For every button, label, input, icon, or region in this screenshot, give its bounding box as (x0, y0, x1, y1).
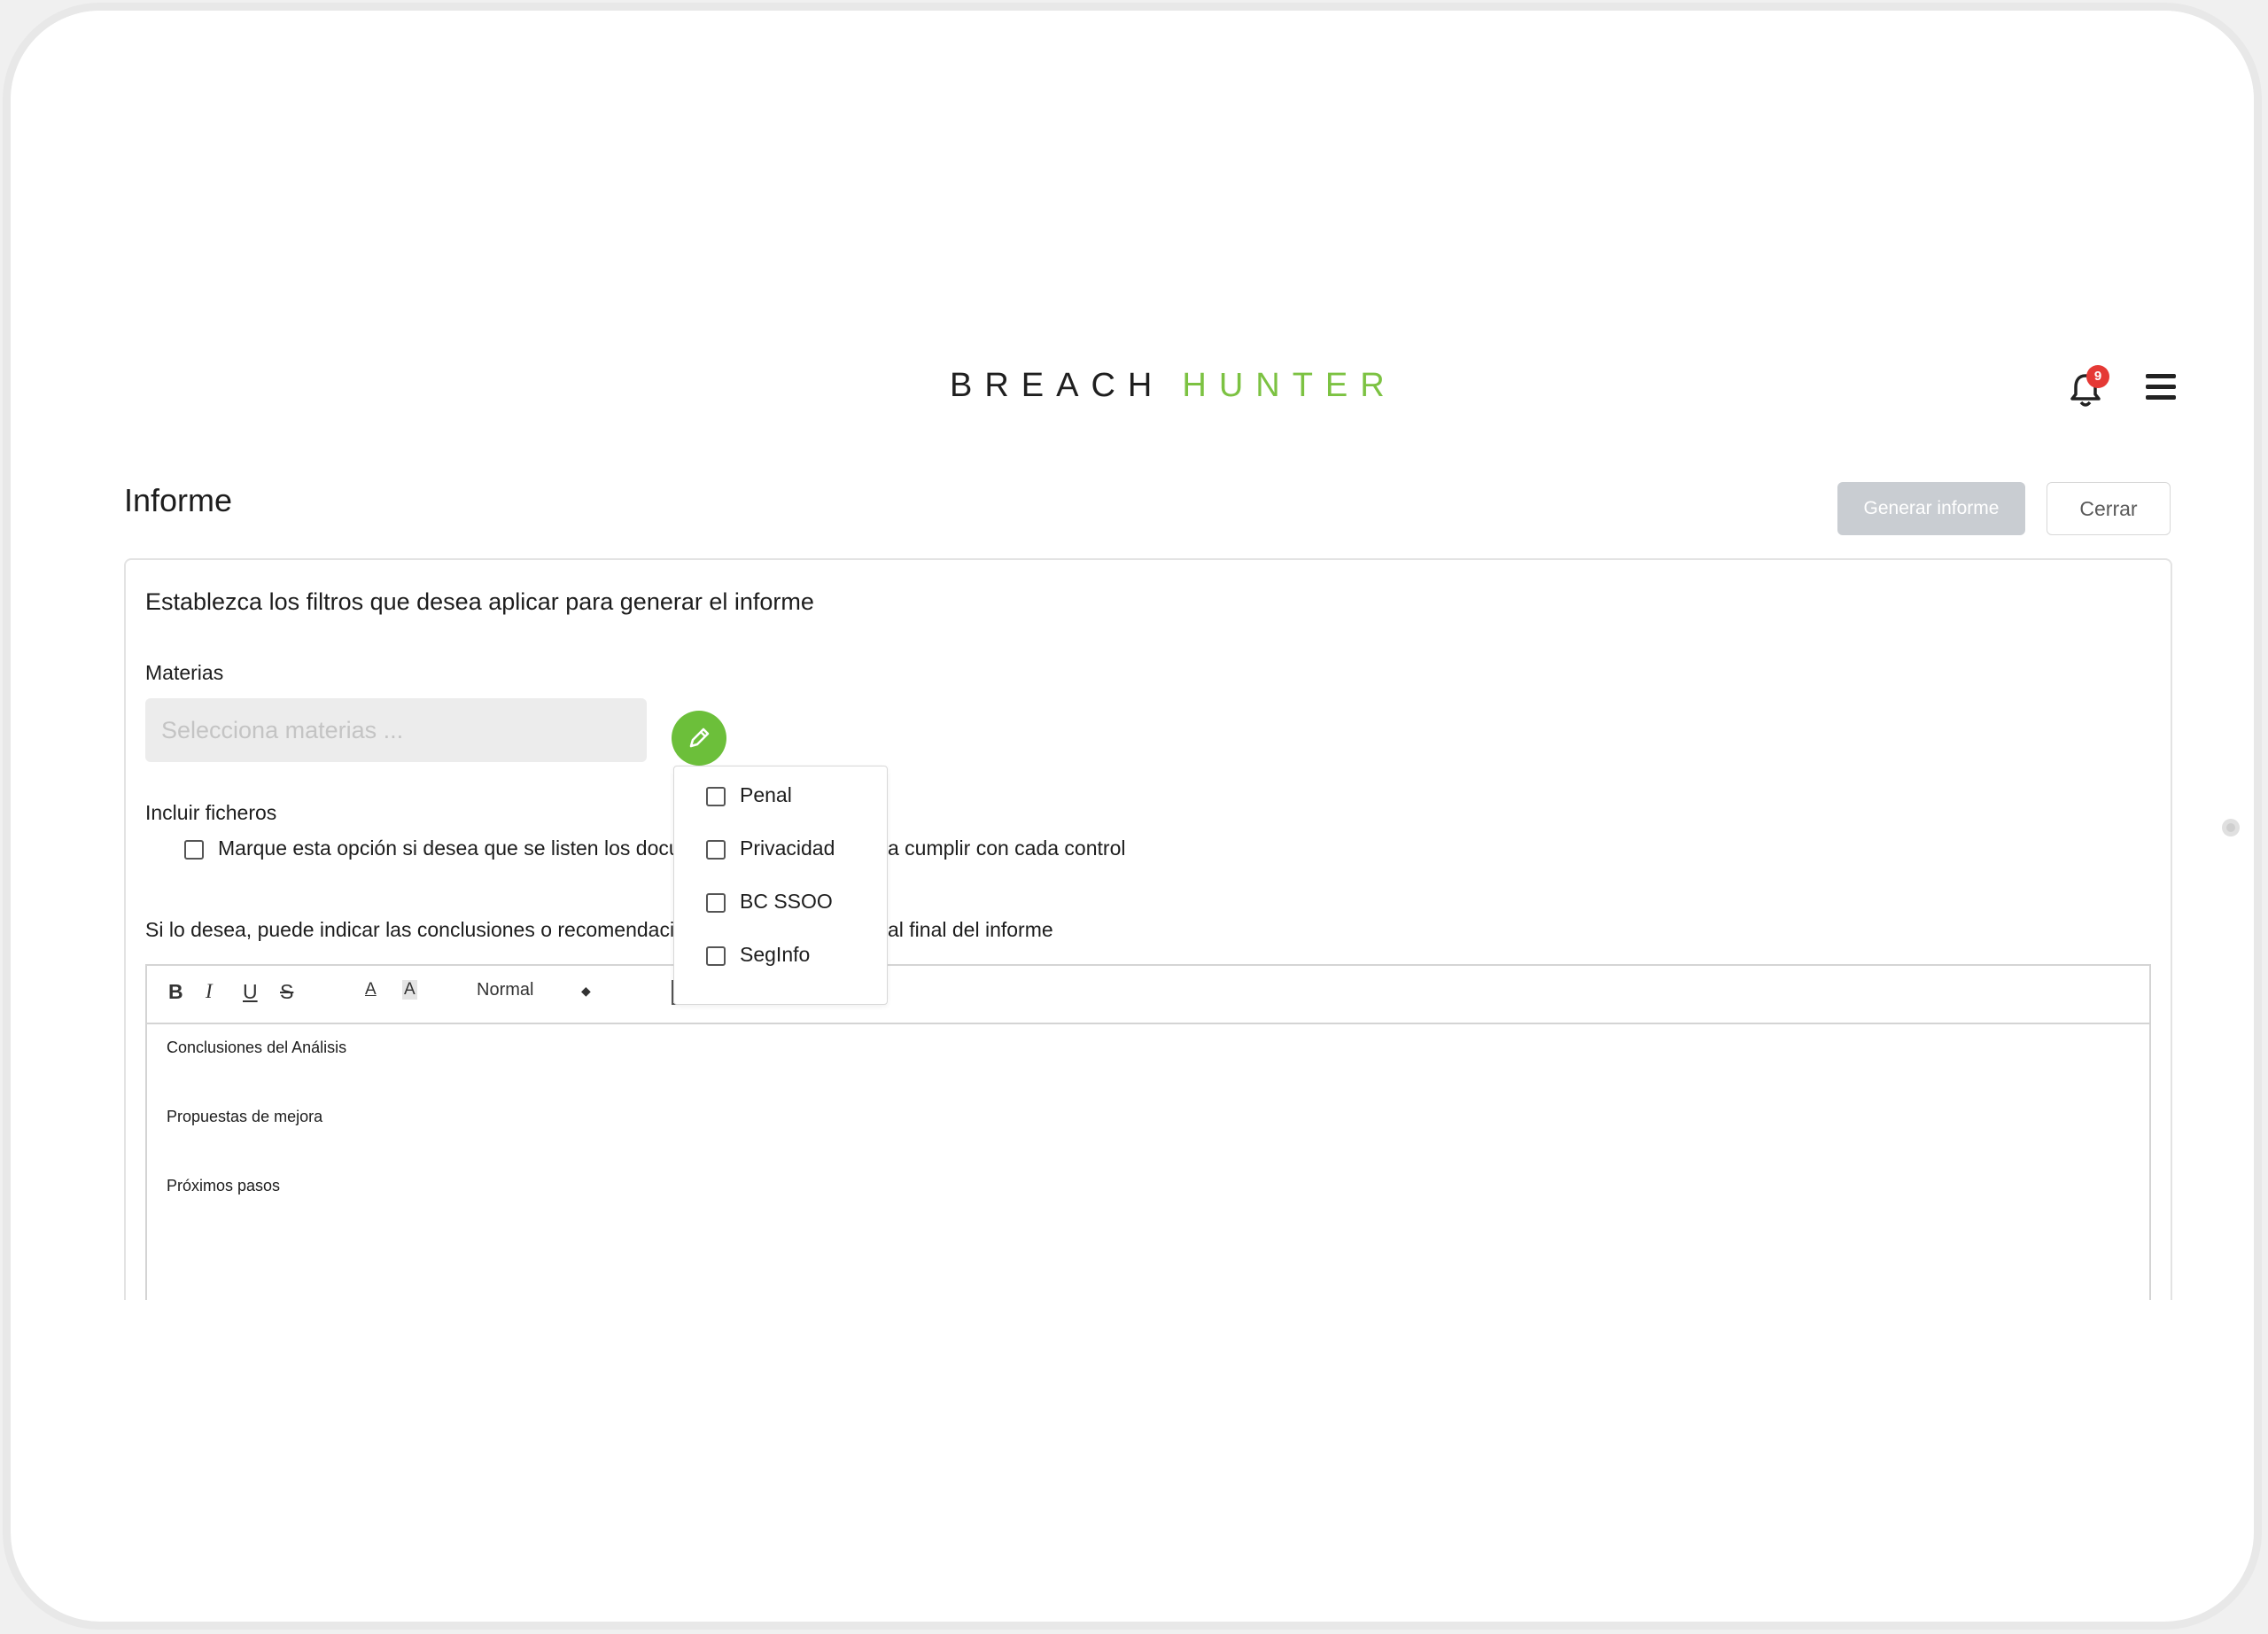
side-button[interactable] (2222, 819, 2240, 836)
underline-button[interactable]: U (243, 980, 258, 1004)
app-screen: BREACH HUNTER 9 Informe Generar informe C… (11, 11, 2254, 1300)
editor-line: Conclusiones del Análisis (167, 1039, 347, 1056)
editor-toolbar: B I U S A A Normal ◆ (147, 966, 2149, 1024)
strike-button[interactable]: S (280, 980, 293, 1004)
dropdown-option-seginfo[interactable]: SegInfo (706, 938, 883, 974)
font-color-button[interactable]: A (365, 980, 377, 1000)
generate-report-button[interactable]: Generar informe (1837, 482, 2025, 535)
filters-card-title: Establezca los filtros que desea aplicar… (145, 588, 814, 615)
materias-label: Materias (145, 661, 224, 684)
editor-line: Próximos pasos (167, 1177, 281, 1194)
include-files-checkbox[interactable] (184, 840, 204, 860)
notification-badge: 9 (2086, 365, 2109, 388)
include-files-label: Incluir ficheros (145, 801, 277, 824)
option-label: SegInfo (740, 943, 811, 966)
hamburger-menu-icon[interactable] (2146, 374, 2176, 402)
checkbox[interactable] (706, 946, 726, 966)
checkbox[interactable] (706, 840, 726, 860)
option-label: Privacidad (740, 836, 835, 860)
page-title: Informe (124, 482, 233, 518)
option-label: BC SSOO (740, 890, 833, 913)
dropdown-option-penal[interactable]: Penal (706, 779, 883, 814)
checkbox[interactable] (706, 787, 726, 806)
pencil-icon[interactable] (672, 711, 726, 766)
close-button[interactable]: Cerrar (2047, 482, 2171, 535)
brand-logo: BREACH HUNTER (950, 367, 1397, 405)
dropdown-option-privacidad[interactable]: Privacidad (706, 832, 883, 868)
option-label: Penal (740, 783, 792, 806)
chevron-updown-icon[interactable]: ◆ (581, 984, 591, 999)
materias-input[interactable] (145, 698, 647, 762)
include-files-description-left: Marque esta opción si desea que se liste… (218, 836, 680, 860)
conclusions-description-right: al final del informe (888, 918, 1053, 941)
italic-button[interactable]: I (206, 980, 213, 1003)
device-frame: BREACH HUNTER 9 Informe Generar informe C… (3, 3, 2262, 1630)
conclusions-description-left: Si lo desea, puede indicar las conclusio… (145, 918, 675, 941)
materias-dropdown: Penal Privacidad BC SSOO SegInfo (673, 766, 888, 1005)
checkbox[interactable] (706, 893, 726, 913)
bold-button[interactable]: B (168, 980, 183, 1004)
rich-text-editor[interactable]: B I U S A A Normal ◆ Conclusiones del An… (145, 964, 2151, 1300)
editor-line: Propuestas de mejora (167, 1108, 323, 1125)
dropdown-option-bc-ssoo[interactable]: BC SSOO (706, 885, 883, 921)
include-files-description-right: a cumplir con cada control (888, 836, 1126, 860)
highlight-button[interactable]: A (402, 980, 417, 1000)
brand-logo-part1: BREACH (950, 367, 1165, 404)
format-select[interactable]: Normal (477, 980, 533, 1000)
brand-logo-part2: HUNTER (1182, 367, 1397, 404)
